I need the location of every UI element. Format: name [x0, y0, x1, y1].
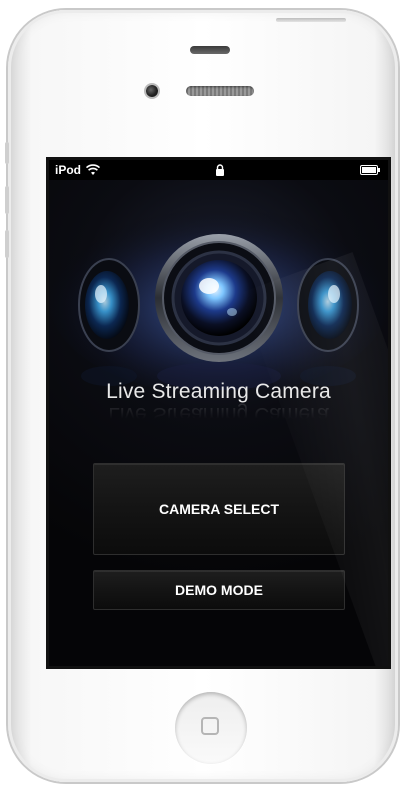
front-speaker-slot: [190, 46, 230, 54]
battery-icon: [360, 165, 380, 175]
front-camera-icon: [146, 85, 158, 97]
home-button[interactable]: [175, 692, 247, 764]
home-square-icon: [201, 717, 219, 735]
lock-icon: [216, 164, 224, 176]
wifi-icon: [86, 164, 100, 175]
sleep-wake-button[interactable]: [276, 18, 346, 22]
volume-down-button[interactable]: [5, 230, 9, 258]
demo-mode-button[interactable]: DEMO MODE: [93, 570, 345, 610]
app-title: Live Streaming Camera: [106, 380, 331, 403]
app-home-view: Live Streaming Camera Live Streaming Cam…: [49, 180, 388, 666]
volume-up-button[interactable]: [5, 186, 9, 214]
iphone-device-frame: iPod Live Streaming Camera Live Streamin…: [5, 10, 398, 782]
carrier-label: iPod: [55, 163, 81, 177]
camera-lens-icon: [49, 205, 388, 390]
mute-switch[interactable]: [5, 142, 9, 164]
device-screen: iPod Live Streaming Camera Live Streamin…: [46, 157, 391, 669]
camera-select-button[interactable]: CAMERA SELECT: [93, 463, 345, 555]
status-bar: iPod: [49, 160, 388, 180]
app-title-reflection: Live Streaming Camera: [108, 403, 329, 426]
earpiece-grille: [186, 86, 254, 96]
